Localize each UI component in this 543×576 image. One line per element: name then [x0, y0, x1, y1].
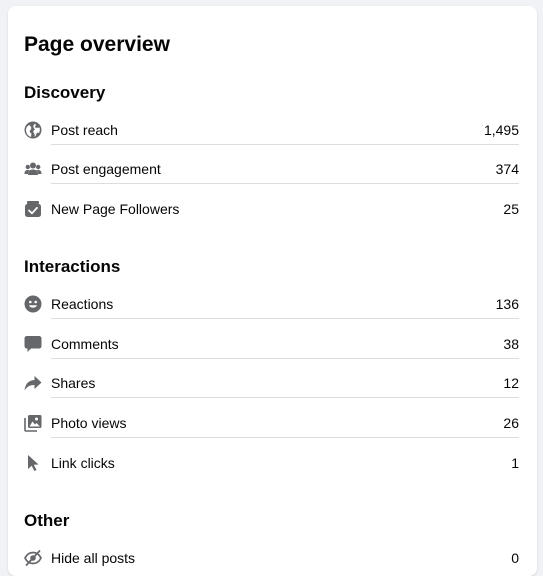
row-divider — [51, 318, 519, 319]
section-title-other: Other — [24, 511, 70, 530]
page-overview-card: Page overview Discovery Post reach 1,495… — [8, 6, 537, 576]
people-icon — [24, 160, 42, 178]
metric-label: Photo views — [51, 415, 127, 431]
row-divider — [51, 358, 519, 359]
metric-label: Hide all posts — [51, 550, 136, 566]
section-title-interactions: Interactions — [24, 257, 121, 276]
metric-value: 26 — [503, 415, 519, 431]
row-divider — [51, 437, 519, 438]
eye-slash-icon — [24, 549, 42, 567]
metric-value: 1,495 — [483, 122, 519, 138]
metric-label: Reactions — [51, 296, 114, 312]
metric-row-link-clicks[interactable]: Link clicks 1 — [24, 453, 519, 473]
metric-value: 12 — [503, 375, 519, 391]
metric-label: Link clicks — [51, 455, 115, 471]
metric-row-comments[interactable]: Comments 38 — [24, 334, 519, 359]
metric-label: New Page Followers — [51, 201, 180, 217]
metric-row-reactions[interactable]: Reactions 136 — [24, 294, 519, 319]
metric-label: Post reach — [51, 122, 118, 138]
section-title-discovery: Discovery — [24, 83, 106, 102]
metric-value: 0 — [511, 550, 519, 566]
metric-row-shares[interactable]: Shares 12 — [24, 373, 519, 398]
metric-row-post-engagement[interactable]: Post engagement 374 — [24, 159, 519, 184]
row-divider — [51, 183, 519, 184]
metric-value: 25 — [503, 201, 519, 217]
smiley-icon — [24, 295, 42, 313]
metric-value: 374 — [495, 161, 519, 177]
metric-row-photo-views[interactable]: Photo views 26 — [24, 413, 519, 438]
cursor-icon — [24, 454, 42, 472]
metric-label: Comments — [51, 336, 119, 352]
share-icon — [24, 374, 42, 392]
metric-label: Shares — [51, 375, 96, 391]
row-divider — [51, 397, 519, 398]
row-divider — [51, 144, 519, 145]
metric-row-new-page-followers[interactable]: New Page Followers 25 — [24, 199, 519, 219]
metric-label: Post engagement — [51, 161, 161, 177]
metric-row-hide-all-posts[interactable]: Hide all posts 0 — [24, 548, 519, 568]
photo-icon — [24, 414, 42, 432]
follow-check-icon — [24, 200, 42, 218]
metric-row-post-reach[interactable]: Post reach 1,495 — [24, 120, 519, 145]
comment-icon — [24, 335, 42, 353]
metric-value: 38 — [503, 336, 519, 352]
globe-icon — [24, 121, 42, 139]
metric-value: 136 — [495, 296, 519, 312]
page-title: Page overview — [24, 33, 170, 56]
metric-value: 1 — [511, 455, 519, 471]
